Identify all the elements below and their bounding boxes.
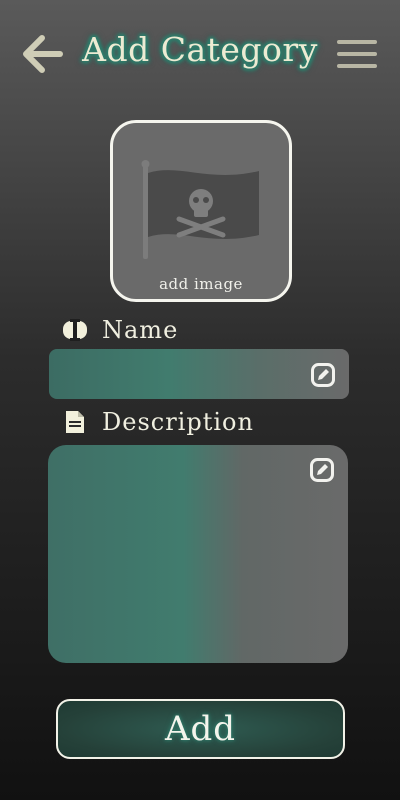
text-cursor-icon [62, 316, 88, 344]
arrow-left-icon [23, 35, 63, 73]
name-input[interactable] [49, 349, 349, 399]
pirate-flag-icon [141, 160, 259, 259]
document-icon [62, 408, 88, 436]
back-button[interactable] [20, 34, 64, 74]
edit-icon[interactable] [310, 458, 334, 482]
description-label: Description [102, 408, 254, 436]
name-label: Name [102, 316, 179, 344]
description-input[interactable] [48, 445, 348, 663]
hamburger-menu-icon [337, 40, 377, 68]
edit-icon[interactable] [311, 363, 335, 387]
add-button[interactable]: Add [56, 699, 345, 759]
menu-button[interactable] [336, 38, 378, 70]
page-title: Add Category [82, 30, 318, 69]
add-image-button[interactable]: add image [110, 120, 292, 302]
name-label-row: Name [62, 316, 178, 344]
description-label-row: Description [62, 408, 254, 436]
add-image-caption: add image [159, 275, 243, 293]
